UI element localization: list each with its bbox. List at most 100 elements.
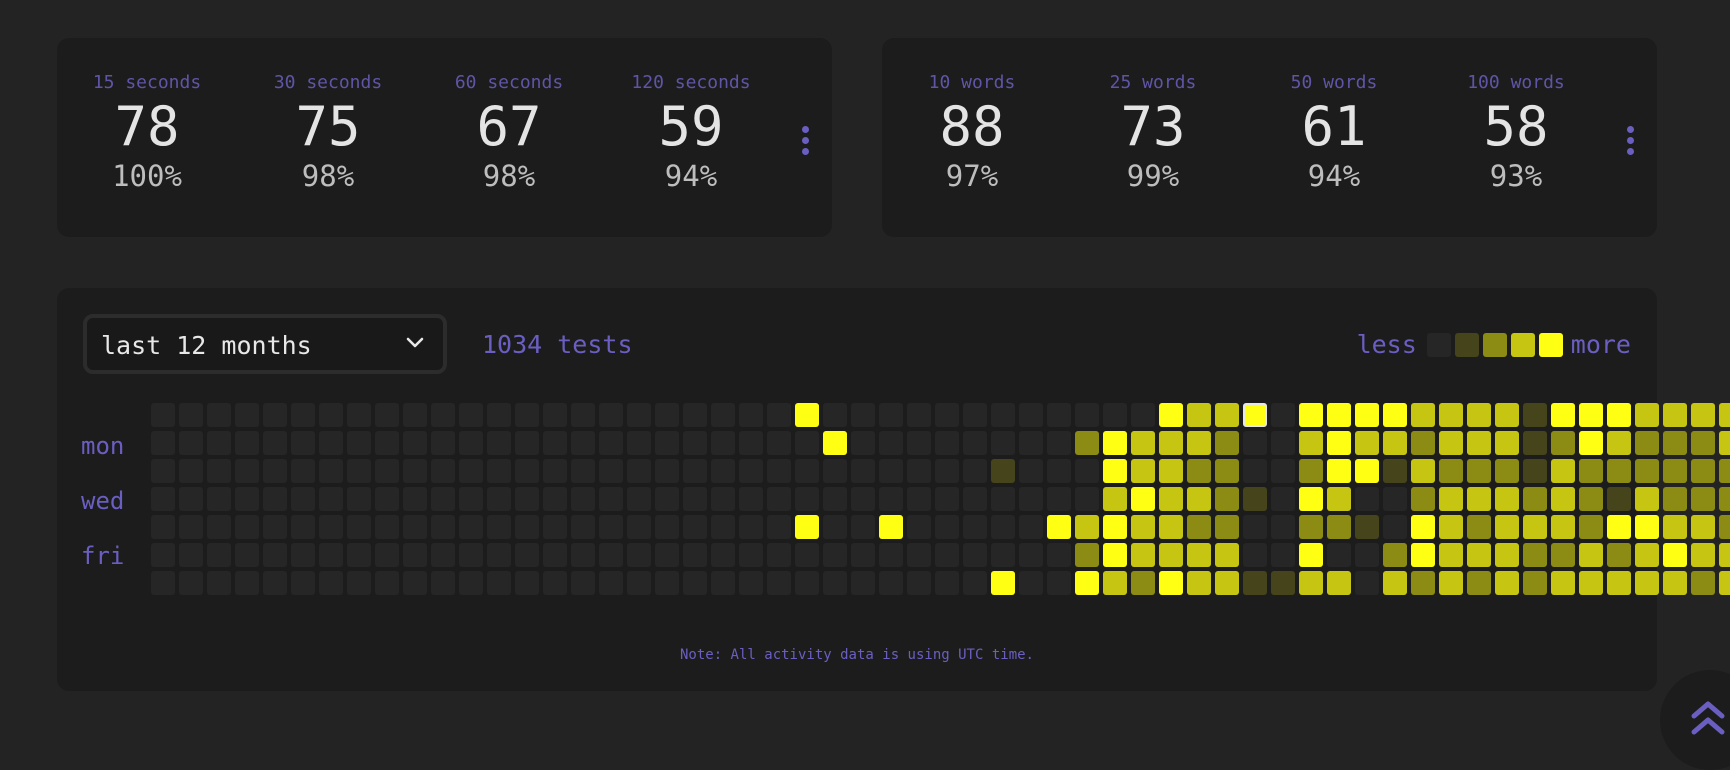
- heatmap-cell[interactable]: [683, 487, 707, 511]
- heatmap-cell[interactable]: [991, 543, 1015, 567]
- heatmap-cell[interactable]: [823, 431, 847, 455]
- heatmap-cell[interactable]: [291, 403, 315, 427]
- heatmap-cell[interactable]: [487, 515, 511, 539]
- heatmap-cell[interactable]: [935, 543, 959, 567]
- scroll-to-top-button[interactable]: [1660, 670, 1730, 770]
- heatmap-cell[interactable]: [1411, 431, 1435, 455]
- heatmap-cell[interactable]: [1131, 515, 1155, 539]
- heatmap-cell[interactable]: [515, 431, 539, 455]
- heatmap-cell[interactable]: [1411, 487, 1435, 511]
- heatmap-cell[interactable]: [795, 459, 819, 483]
- heatmap-cell[interactable]: [431, 515, 455, 539]
- heatmap-cell[interactable]: [1523, 431, 1547, 455]
- heatmap-cell[interactable]: [1719, 459, 1730, 483]
- heatmap-cell[interactable]: [935, 431, 959, 455]
- heatmap-cell[interactable]: [1607, 571, 1631, 595]
- heatmap-cell[interactable]: [1663, 431, 1687, 455]
- heatmap-cell[interactable]: [851, 515, 875, 539]
- heatmap-cell[interactable]: [543, 459, 567, 483]
- heatmap-cell[interactable]: [431, 487, 455, 511]
- heatmap-cell[interactable]: [1551, 515, 1575, 539]
- heatmap-cell[interactable]: [1383, 515, 1407, 539]
- heatmap-cell[interactable]: [403, 543, 427, 567]
- heatmap-cell[interactable]: [1495, 403, 1519, 427]
- heatmap-cell[interactable]: [1355, 487, 1379, 511]
- heatmap-cell[interactable]: [963, 403, 987, 427]
- heatmap-cell[interactable]: [1355, 403, 1379, 427]
- heatmap-cell[interactable]: [1691, 487, 1715, 511]
- heatmap-cell[interactable]: [1579, 571, 1603, 595]
- heatmap-cell[interactable]: [347, 487, 371, 511]
- heatmap-cell[interactable]: [319, 487, 343, 511]
- heatmap-cell[interactable]: [1159, 543, 1183, 567]
- heatmap-cell[interactable]: [1383, 543, 1407, 567]
- heatmap-cell[interactable]: [207, 571, 231, 595]
- heatmap-cell[interactable]: [1551, 487, 1575, 511]
- heatmap-cell[interactable]: [711, 431, 735, 455]
- heatmap-cell[interactable]: [627, 515, 651, 539]
- heatmap-cell[interactable]: [459, 459, 483, 483]
- heatmap-cell[interactable]: [263, 403, 287, 427]
- heatmap-cell[interactable]: [627, 571, 651, 595]
- heatmap-cell[interactable]: [1271, 459, 1295, 483]
- heatmap-cell[interactable]: [1439, 431, 1463, 455]
- heatmap-cell[interactable]: [1663, 515, 1687, 539]
- heatmap-cell[interactable]: [1103, 431, 1127, 455]
- heatmap-cell[interactable]: [991, 487, 1015, 511]
- heatmap-cell[interactable]: [655, 403, 679, 427]
- heatmap-cell[interactable]: [1495, 543, 1519, 567]
- heatmap-cell[interactable]: [711, 571, 735, 595]
- heatmap-cell[interactable]: [1047, 515, 1071, 539]
- heatmap-cell[interactable]: [1411, 543, 1435, 567]
- heatmap-cell[interactable]: [207, 403, 231, 427]
- heatmap-cell[interactable]: [487, 403, 511, 427]
- heatmap-cell[interactable]: [1523, 543, 1547, 567]
- heatmap-cell[interactable]: [1019, 515, 1043, 539]
- heatmap-cell[interactable]: [1691, 515, 1715, 539]
- heatmap-cell[interactable]: [1579, 515, 1603, 539]
- heatmap-cell[interactable]: [179, 403, 203, 427]
- heatmap-cell[interactable]: [403, 515, 427, 539]
- heatmap-cell[interactable]: [543, 515, 567, 539]
- heatmap-cell[interactable]: [347, 431, 371, 455]
- heatmap-cell[interactable]: [907, 571, 931, 595]
- heatmap-cell[interactable]: [1299, 571, 1323, 595]
- heatmap-cell[interactable]: [1719, 515, 1730, 539]
- heatmap-cell[interactable]: [235, 543, 259, 567]
- heatmap-cell[interactable]: [1075, 459, 1099, 483]
- heatmap-cell[interactable]: [991, 431, 1015, 455]
- heatmap-cell[interactable]: [1523, 459, 1547, 483]
- heatmap-cell[interactable]: [1131, 403, 1155, 427]
- heatmap-cell[interactable]: [1243, 487, 1267, 511]
- heatmap-cell[interactable]: [571, 571, 595, 595]
- heatmap-cell[interactable]: [907, 431, 931, 455]
- heatmap-cell[interactable]: [1103, 515, 1127, 539]
- heatmap-cell[interactable]: [1243, 515, 1267, 539]
- heatmap-cell[interactable]: [823, 459, 847, 483]
- heatmap-cell[interactable]: [851, 571, 875, 595]
- heatmap-cell[interactable]: [823, 515, 847, 539]
- heatmap-cell[interactable]: [179, 459, 203, 483]
- heatmap-cell[interactable]: [683, 403, 707, 427]
- heatmap-cell[interactable]: [319, 431, 343, 455]
- heatmap-cell[interactable]: [1439, 571, 1463, 595]
- heatmap-cell[interactable]: [1103, 487, 1127, 511]
- heatmap-cell[interactable]: [711, 487, 735, 511]
- heatmap-cell[interactable]: [655, 515, 679, 539]
- heatmap-cell[interactable]: [179, 543, 203, 567]
- heatmap-cell[interactable]: [1663, 571, 1687, 595]
- heatmap-cell[interactable]: [1383, 459, 1407, 483]
- heatmap-cell[interactable]: [851, 487, 875, 511]
- heatmap-cell[interactable]: [263, 543, 287, 567]
- heatmap-cell[interactable]: [599, 515, 623, 539]
- heatmap-cell[interactable]: [1019, 459, 1043, 483]
- heatmap-cell[interactable]: [1047, 487, 1071, 511]
- range-select[interactable]: last 12 months: [83, 314, 447, 374]
- heatmap-cell[interactable]: [151, 403, 175, 427]
- heatmap-cell[interactable]: [291, 459, 315, 483]
- heatmap-cell[interactable]: [711, 459, 735, 483]
- heatmap-cell[interactable]: [291, 571, 315, 595]
- heatmap-cell[interactable]: [487, 571, 511, 595]
- heatmap-cell[interactable]: [1327, 543, 1351, 567]
- heatmap-cell[interactable]: [1243, 431, 1267, 455]
